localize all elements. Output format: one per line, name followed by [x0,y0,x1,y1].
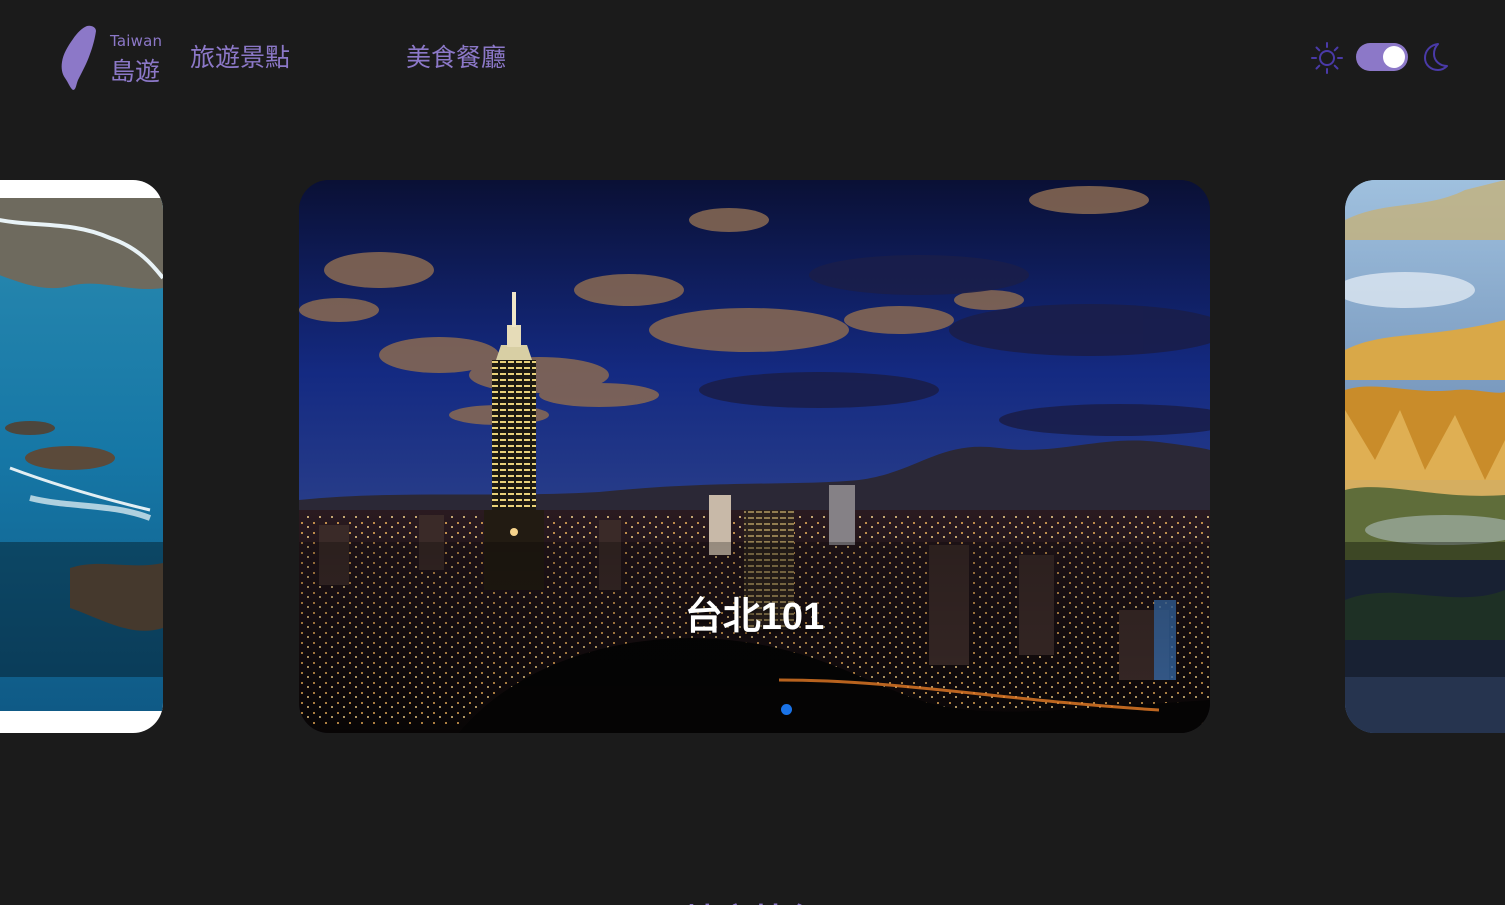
carousel-slide-next[interactable] [1345,180,1505,733]
hero-carousel: 台北101 [0,180,1505,733]
theme-switcher [1310,38,1450,78]
toggle-knob [1383,46,1405,68]
logo-english-text: Taiwan [110,32,163,50]
nav-attractions-link[interactable]: 旅遊景點 [190,38,290,74]
carousel-dot-active[interactable] [781,704,792,715]
carousel-slide-prev[interactable] [0,180,163,733]
site-header: Taiwan 島遊 旅遊景點 美食餐廳 [0,0,1505,115]
nav-food-link[interactable]: 美食餐廳 [406,38,506,74]
taiwan-island-icon [60,24,98,92]
section-title: 地方特色 [0,894,1505,905]
sun-icon[interactable] [1310,41,1344,75]
slide-caption-band [0,542,163,677]
moon-icon[interactable] [1418,41,1450,73]
carousel-slide-active[interactable]: 台北101 [299,180,1210,733]
dark-mode-toggle[interactable] [1356,43,1408,71]
logo-chinese-text: 島遊 [110,57,161,86]
page: Taiwan 島遊 旅遊景點 美食餐廳 台北101 [0,0,1505,905]
slide-caption-band [1345,542,1505,677]
site-logo[interactable]: Taiwan 島遊 [60,24,170,94]
slide-title: 台北101 [684,596,825,638]
